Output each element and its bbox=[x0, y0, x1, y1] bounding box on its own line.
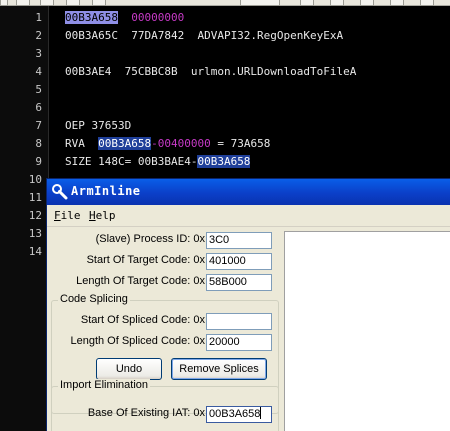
line-number: 12 bbox=[28, 209, 42, 222]
code-line-9: SIZE 148C= 00B3BAE4-00B3A658 bbox=[65, 155, 251, 168]
start-target-input[interactable]: 401000 bbox=[206, 253, 272, 270]
line-number: 3 bbox=[35, 47, 42, 60]
line-number: 9 bbox=[35, 155, 42, 168]
line-number: 4 bbox=[35, 65, 42, 78]
log-panel[interactable] bbox=[284, 231, 450, 431]
base-iat-input[interactable]: 00B3A658 bbox=[206, 406, 272, 423]
line-number: 2 bbox=[35, 29, 42, 42]
code-splicing-title: Code Splicing bbox=[58, 293, 130, 305]
start-target-label: Start Of Target Code: 0x bbox=[86, 254, 205, 266]
line-number-gutter: 1 2 3 4 5 6 7 8 9 10 11 12 13 14 bbox=[0, 6, 48, 431]
import-elimination-title: Import Elimination bbox=[58, 379, 151, 391]
line-number: 7 bbox=[35, 119, 42, 132]
code-line-7: OEP 37653D bbox=[65, 119, 132, 132]
length-target-label: Length Of Target Code: 0x bbox=[76, 275, 205, 287]
process-id-input[interactable]: 3C0 bbox=[206, 232, 272, 249]
line-number: 14 bbox=[28, 245, 42, 258]
controls-panel: (Slave) Process ID: 0x 3C0 Start Of Targ… bbox=[47, 227, 283, 431]
code-line-2: 00B3A65C 77DA7842 ADVAPI32.RegOpenKeyExA bbox=[65, 29, 344, 42]
code-line-8: RVA 00B3A658-00400000 = 73A658 bbox=[65, 137, 270, 150]
code-line-1: 00B3A658 00000000 bbox=[65, 11, 184, 24]
watermark: 看雪 bbox=[368, 391, 393, 405]
start-spliced-input[interactable] bbox=[206, 313, 272, 330]
line-number: 8 bbox=[35, 137, 42, 150]
line-number: 13 bbox=[28, 227, 42, 240]
value-text: -00400000 bbox=[151, 137, 211, 150]
value-text: 00000000 bbox=[131, 11, 185, 24]
menu-bar: File Help bbox=[47, 205, 450, 227]
highlighted-address: 00B3A658 bbox=[197, 155, 251, 168]
line-number: 10 bbox=[28, 173, 42, 186]
code-text: SIZE 148C= 00B3BAE4- bbox=[65, 155, 198, 168]
code-text: RVA bbox=[65, 137, 99, 150]
length-spliced-input[interactable]: 20000 bbox=[206, 334, 272, 351]
remove-splices-button[interactable]: Remove Splices bbox=[171, 358, 267, 380]
text-caret bbox=[260, 407, 262, 419]
line-number: 1 bbox=[35, 11, 42, 24]
length-spliced-label: Length Of Spliced Code: 0x bbox=[70, 335, 205, 347]
process-id-label: (Slave) Process ID: 0x bbox=[95, 233, 205, 245]
undo-button[interactable]: Undo bbox=[96, 358, 162, 380]
code-line-4: 00B3AE4 75CBBC8B urlmon.URLDownloadToFil… bbox=[65, 65, 357, 78]
line-number: 5 bbox=[35, 83, 42, 96]
dialog-title: ArmInline bbox=[71, 184, 141, 198]
line-number: 6 bbox=[35, 101, 42, 114]
dialog-titlebar[interactable]: ArmInline bbox=[47, 179, 450, 205]
wrench-icon bbox=[52, 184, 68, 200]
code-text: = 73A658 bbox=[210, 137, 271, 150]
menu-file[interactable]: File bbox=[54, 209, 81, 222]
highlighted-address: 00B3A658 bbox=[98, 137, 152, 150]
selected-address: 00B3A658 bbox=[65, 11, 118, 24]
menu-help[interactable]: Help bbox=[89, 209, 116, 222]
length-target-input[interactable]: 58B000 bbox=[206, 274, 272, 291]
start-spliced-label: Start Of Spliced Code: 0x bbox=[80, 314, 205, 326]
base-iat-label: Base Of Existing IAT: 0x bbox=[87, 407, 205, 419]
line-number: 11 bbox=[28, 191, 42, 204]
